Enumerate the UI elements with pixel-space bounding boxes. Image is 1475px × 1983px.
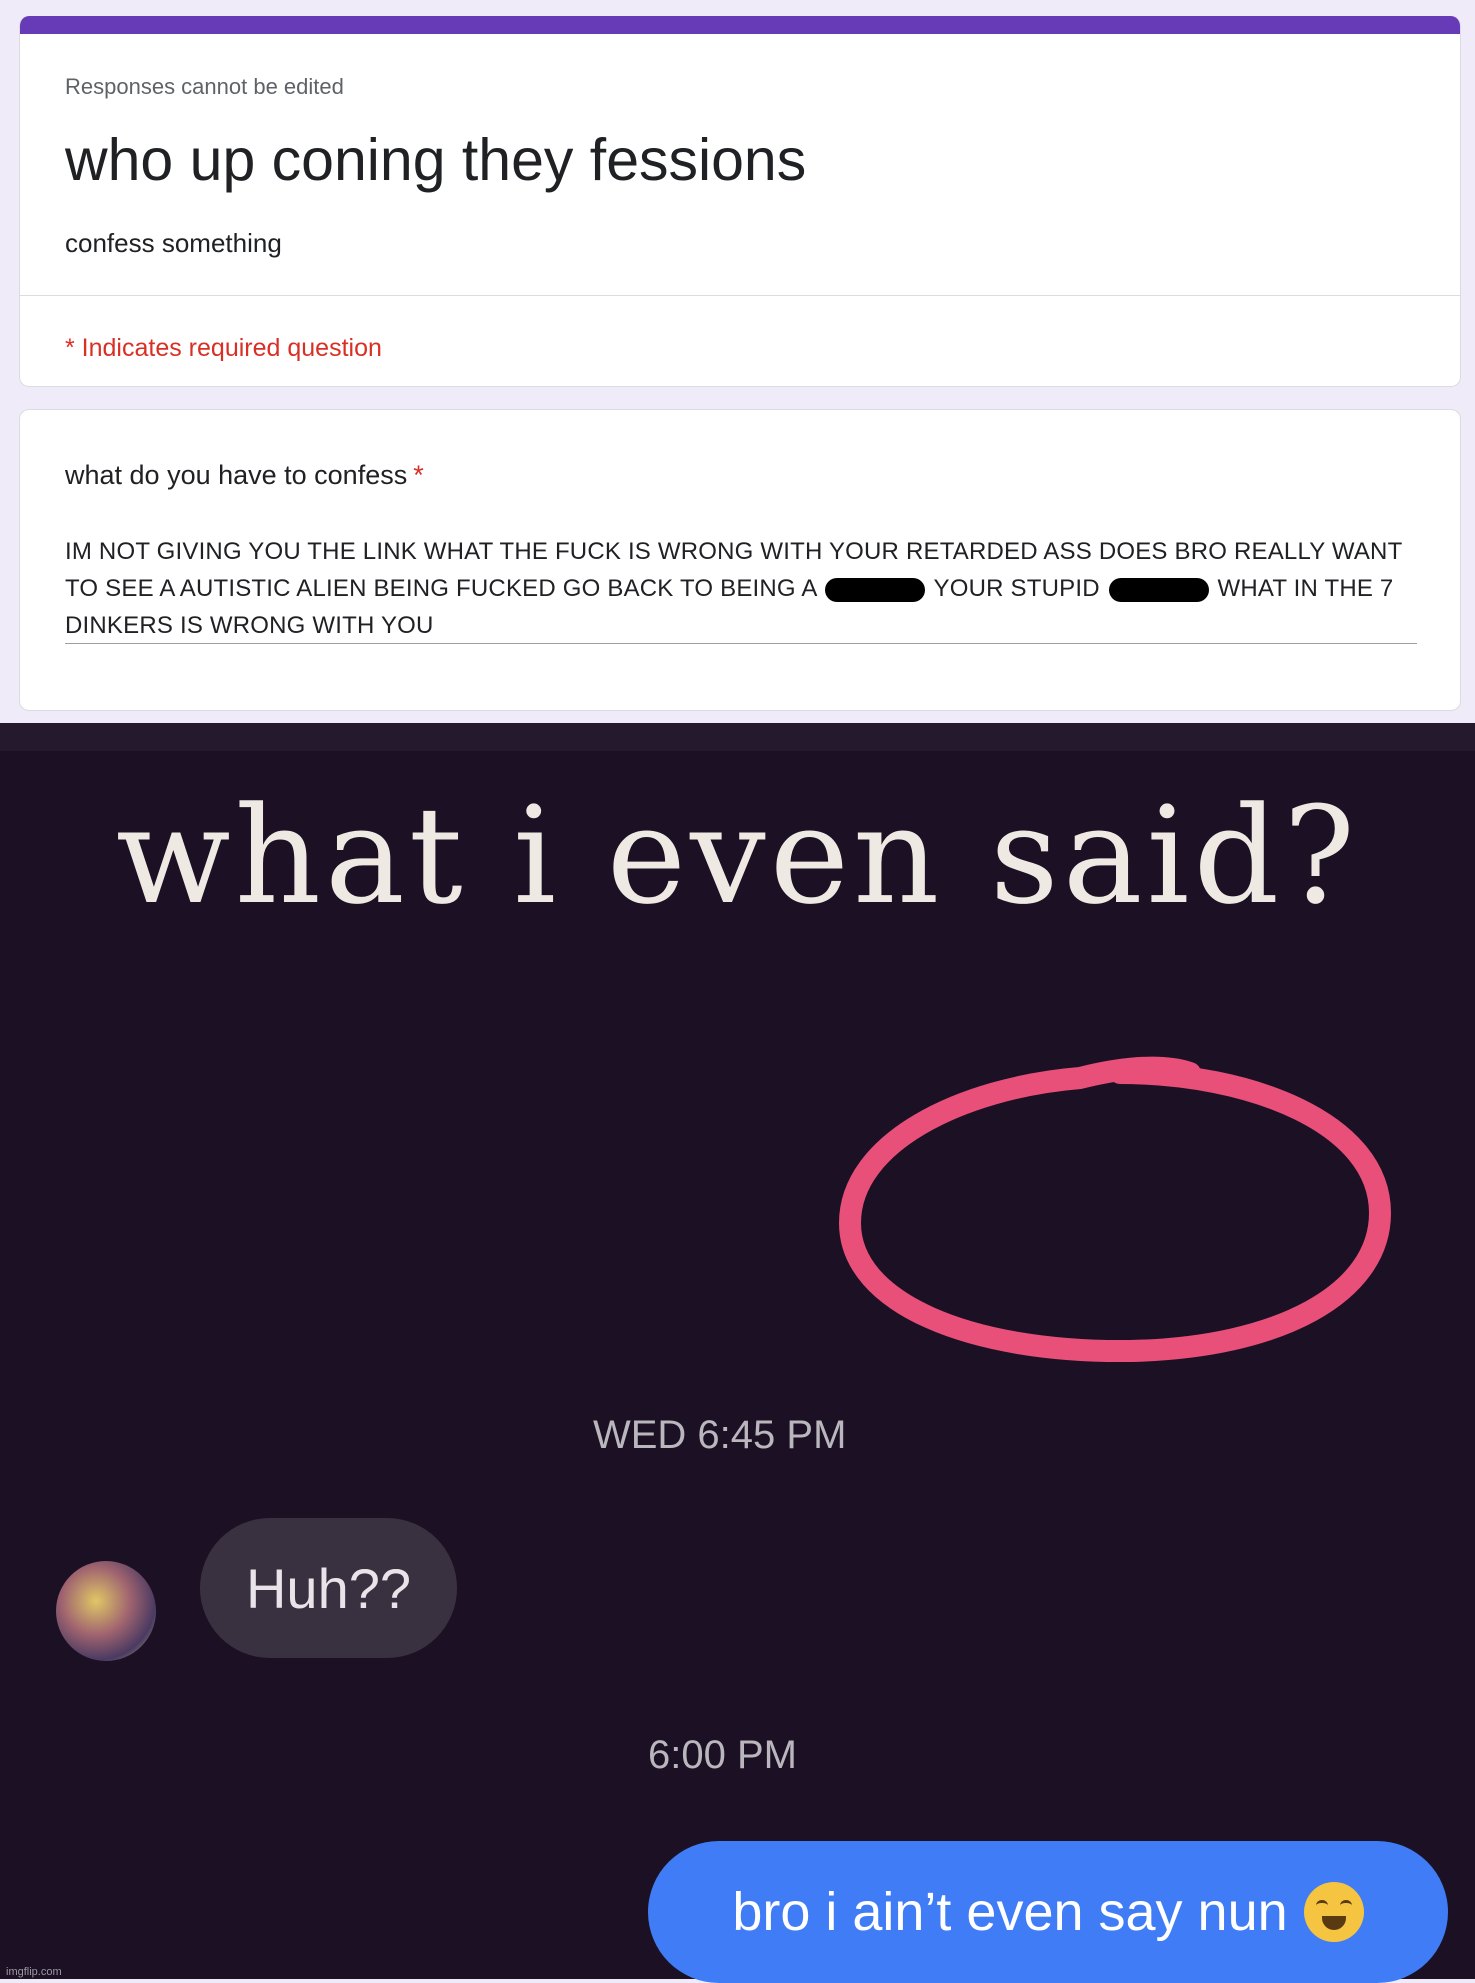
answer-field[interactable]: IM NOT GIVING YOU THE LINK WHAT THE FUCK… [65,533,1420,644]
header-divider [20,295,1460,296]
answer-text-part2: YOUR STUPID [933,575,1100,602]
timestamp: 6:00 PM [648,1733,797,1777]
redaction-scribble [825,577,926,602]
meme-top-strip [0,723,1475,751]
loudly-crying-face-icon [1303,1882,1364,1942]
sent-message-text: bro i ain’t even say nun [732,1882,1288,1942]
answer-underline [65,643,1417,644]
required-note: * Indicates required question [65,334,382,362]
google-form-screenshot: Responses cannot be edited who up coning… [0,0,1475,723]
timestamp: WED 6:45 PM [593,1413,847,1457]
sent-message-bubble: bro i ain’t even say nun [648,1841,1448,1983]
form-header-card: Responses cannot be edited who up coning… [19,16,1461,387]
chat-meme-image: what i even said? WED 6:45 PM Huh?? 6:00… [0,723,1475,1983]
form-accent-bar [20,16,1460,34]
red-circle-annotation [838,1056,1392,1363]
contact-avatar [56,1561,156,1661]
required-asterisk: * [413,460,424,490]
meme-caption: what i even said? [115,778,1360,934]
received-message-bubble: Huh?? [200,1518,457,1658]
form-title: who up coning they fessions [65,127,807,193]
redaction-scribble [1108,577,1209,602]
question-label: what do you have to confess * [65,460,424,491]
responses-note: Responses cannot be edited [65,74,344,99]
form-description: confess something [65,228,282,258]
question-label-text: what do you have to confess [65,460,408,490]
imgflip-watermark: imgflip.com [6,1966,62,1978]
question-card: what do you have to confess * IM NOT GIVI… [19,409,1461,711]
